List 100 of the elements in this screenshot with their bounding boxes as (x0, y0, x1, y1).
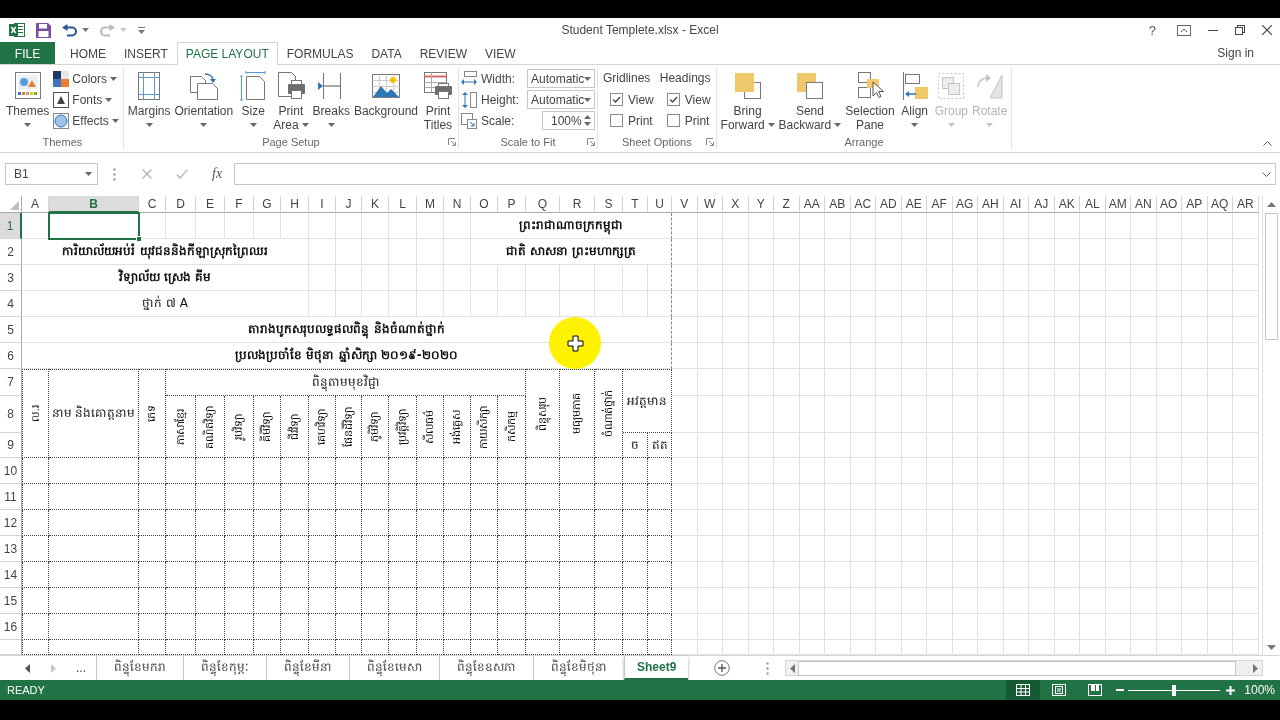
table-cell[interactable] (444, 458, 471, 484)
scroll-thumb[interactable] (1265, 213, 1278, 340)
table-cell[interactable]: ផែនដីវិទ្យា (336, 396, 362, 458)
column-header[interactable]: J (336, 196, 362, 213)
column-header[interactable]: AA (799, 196, 825, 213)
table-cell[interactable] (362, 536, 389, 562)
table-cell[interactable] (471, 458, 498, 484)
table-cell[interactable]: ភូមិវិទ្យា (362, 396, 389, 458)
ribbon-tab[interactable]: FORMULAS (277, 42, 363, 64)
table-cell[interactable]: ភេទ (139, 369, 166, 458)
checkbox-option[interactable]: View (603, 89, 654, 110)
sign-in-link[interactable]: Sign in (1217, 42, 1254, 64)
table-cell[interactable]: អវត្តមាន (623, 369, 672, 433)
table-cell[interactable] (22, 588, 49, 614)
table-cell[interactable] (362, 588, 389, 614)
table-cell[interactable] (417, 588, 444, 614)
table-cell[interactable] (196, 614, 225, 640)
table-cell[interactable] (166, 484, 196, 510)
table-cell[interactable] (196, 484, 225, 510)
table-cell[interactable] (623, 588, 648, 614)
merged-cell[interactable]: វិទ្យាល័យ ស្រេង គីម (22, 265, 309, 291)
table-cell[interactable] (498, 640, 526, 655)
table-cell[interactable] (560, 640, 595, 655)
ribbon-tab[interactable]: HOME (61, 42, 115, 64)
row-header[interactable]: 3 (0, 265, 22, 291)
table-cell[interactable] (281, 588, 309, 614)
table-cell[interactable] (139, 510, 166, 536)
table-cell[interactable] (309, 640, 336, 655)
table-cell[interactable] (254, 484, 281, 510)
table-cell[interactable] (362, 458, 389, 484)
row-header[interactable]: 10 (0, 458, 22, 484)
column-header[interactable]: AE (901, 196, 927, 213)
minimize-icon[interactable] (1208, 29, 1218, 31)
column-header[interactable]: AM (1105, 196, 1131, 213)
table-cell[interactable] (526, 510, 560, 536)
table-cell[interactable] (648, 536, 672, 562)
name-box[interactable]: B1 (5, 163, 98, 185)
table-cell[interactable] (595, 484, 623, 510)
column-header[interactable]: AJ (1029, 196, 1055, 213)
insert-function-button[interactable]: fx (212, 166, 223, 182)
table-cell[interactable] (22, 536, 49, 562)
table-cell[interactable] (281, 536, 309, 562)
column-header[interactable]: V (672, 196, 698, 213)
table-cell[interactable] (225, 588, 254, 614)
table-cell[interactable] (225, 484, 254, 510)
table-cell[interactable] (389, 640, 417, 655)
width-select[interactable]: Automatic (527, 69, 595, 88)
merged-cell[interactable]: ការិយាល័យអប់រំ យុវជននិងកីឡាស្រុកព្រៃឈរ (22, 239, 309, 265)
table-cell[interactable] (444, 562, 471, 588)
table-cell[interactable] (526, 588, 560, 614)
table-cell[interactable] (444, 536, 471, 562)
table-cell[interactable] (281, 484, 309, 510)
scroll-up-icon[interactable] (1267, 202, 1276, 207)
table-cell[interactable] (336, 458, 362, 484)
table-cell[interactable] (49, 484, 139, 510)
table-cell[interactable] (362, 510, 389, 536)
table-cell[interactable] (444, 484, 471, 510)
table-cell[interactable] (309, 510, 336, 536)
height-select[interactable]: Automatic (527, 90, 595, 109)
table-cell[interactable] (389, 536, 417, 562)
row-header[interactable]: 4 (0, 291, 22, 317)
table-cell[interactable] (281, 640, 309, 655)
table-cell[interactable] (389, 484, 417, 510)
merged-cell[interactable]: ថ្នាក់ ៧ A (22, 291, 309, 317)
effects-button[interactable]: Effects (51, 110, 121, 131)
table-cell[interactable]: នាម និងគោត្តនាម (49, 369, 139, 458)
column-header[interactable]: I (309, 196, 336, 213)
table-cell[interactable] (254, 640, 281, 655)
table-cell[interactable] (196, 458, 225, 484)
table-cell[interactable] (526, 614, 560, 640)
table-cell[interactable] (471, 536, 498, 562)
table-cell[interactable]: ពិន្ទុសរុប (526, 369, 560, 458)
table-cell[interactable] (309, 536, 336, 562)
table-cell[interactable]: គណិតវិទ្យា (196, 396, 225, 458)
table-cell[interactable]: កាយសិក្សា (471, 396, 498, 458)
column-header[interactable]: O (471, 196, 498, 213)
table-cell[interactable] (336, 588, 362, 614)
table-cell[interactable] (417, 536, 444, 562)
ribbon-tab[interactable]: INSERT (115, 42, 177, 64)
table-cell[interactable] (362, 484, 389, 510)
table-cell[interactable] (471, 562, 498, 588)
table-cell[interactable] (471, 484, 498, 510)
row-header[interactable]: 6 (0, 343, 22, 369)
help-button[interactable]: ? (1148, 22, 1156, 38)
table-cell[interactable] (623, 640, 648, 655)
table-cell[interactable]: ប្រវត្តិវិទ្យា (389, 396, 417, 458)
table-cell[interactable] (389, 562, 417, 588)
row-header[interactable]: 5 (0, 317, 22, 343)
table-cell[interactable]: កសិកម្ម (498, 396, 526, 458)
table-cell[interactable] (526, 536, 560, 562)
column-header[interactable]: N (444, 196, 471, 213)
checkbox[interactable] (666, 93, 680, 106)
table-cell[interactable] (623, 614, 648, 640)
checkbox[interactable] (610, 114, 623, 127)
row-header[interactable]: 12 (0, 510, 22, 536)
row-header[interactable]: 11 (0, 484, 22, 510)
table-cell[interactable]: ចំណាត់ថ្នាក់ (595, 369, 623, 458)
undo-icon[interactable] (62, 23, 77, 37)
collapse-ribbon-icon[interactable] (1263, 141, 1272, 146)
table-cell[interactable] (560, 536, 595, 562)
